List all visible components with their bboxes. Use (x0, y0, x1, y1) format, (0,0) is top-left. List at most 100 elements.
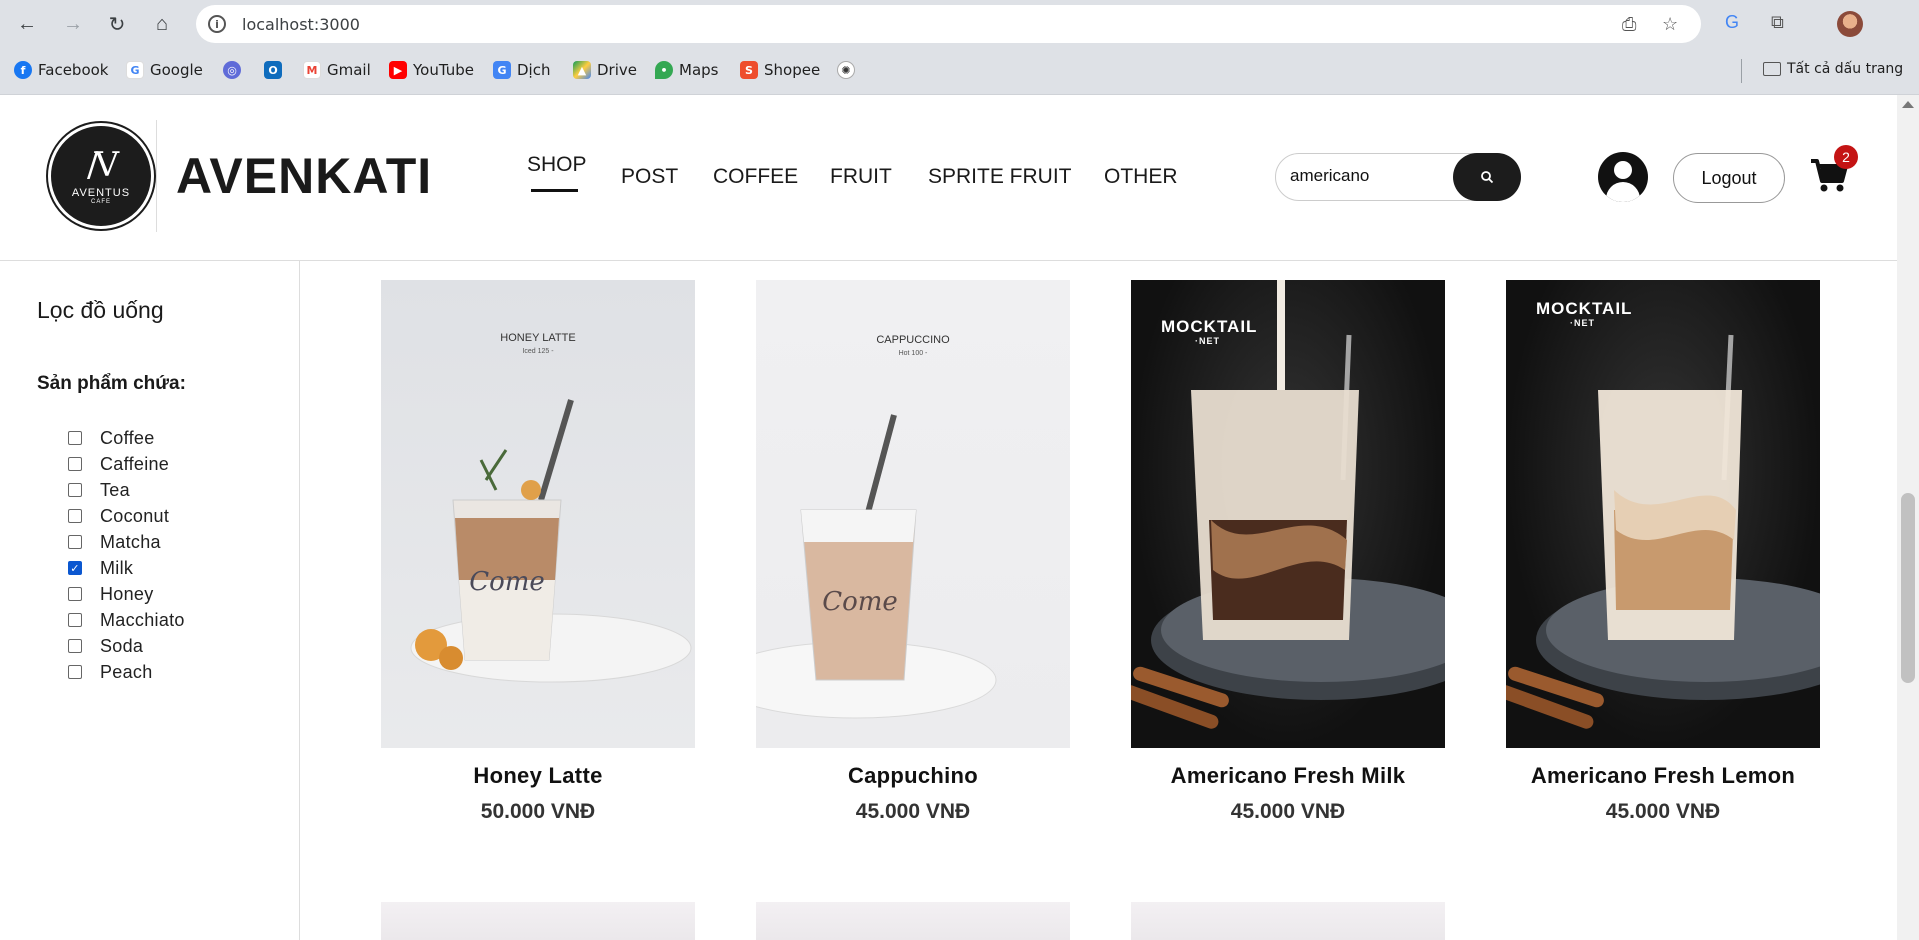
checkbox[interactable] (68, 457, 82, 471)
bookmark-shopee[interactable]: S Shopee (740, 61, 820, 79)
page: /V AVENTUS CAFE AVENKATI SHOP POST COFFE… (0, 95, 1897, 940)
filter-list: Coffee Caffeine Tea Coconut Matcha ✓ Milk… (68, 425, 185, 685)
bookmark-label: Shopee (764, 61, 821, 79)
bookmark-star-icon[interactable]: ☆ (1662, 14, 1678, 35)
product-card-partial[interactable] (756, 902, 1070, 940)
checkbox[interactable] (68, 587, 82, 601)
bookmark-youtube[interactable]: ▶ YouTube (389, 61, 474, 79)
facebook-icon: f (14, 61, 32, 79)
bookmark-google[interactable]: G Google (126, 61, 203, 79)
filter-macchiato[interactable]: Macchiato (68, 607, 185, 633)
cart-count-badge: 2 (1834, 145, 1858, 169)
nav-coffee[interactable]: COFFEE (713, 165, 798, 189)
nav-shop[interactable]: SHOP (527, 153, 587, 177)
translate-extension-icon[interactable]: G (1725, 12, 1739, 33)
filter-matcha[interactable]: Matcha (68, 529, 185, 555)
filter-label: Matcha (100, 531, 161, 552)
filter-milk[interactable]: ✓ Milk (68, 555, 185, 581)
scroll-up-arrow-icon[interactable] (1902, 101, 1914, 108)
bookmark-label: Google (150, 61, 203, 79)
outlook-icon: O (264, 61, 282, 79)
checkbox[interactable] (68, 509, 82, 523)
install-app-icon[interactable]: ⎙ (1622, 14, 1636, 35)
bookmark-label: YouTube (413, 61, 474, 79)
extensions-puzzle-icon[interactable]: ⧉ (1771, 12, 1784, 33)
americano-lemon-illustration (1506, 334, 1820, 729)
product-image[interactable]: MOCKTAIL ·NET (1131, 280, 1445, 748)
product-image[interactable]: MOCKTAIL ·NET (1506, 280, 1820, 748)
checkbox[interactable] (68, 613, 82, 627)
filter-label: Coffee (100, 427, 155, 448)
bookmark-label: Maps (679, 61, 719, 79)
bookmark-label: Drive (597, 61, 637, 79)
scroll-thumb[interactable] (1901, 493, 1915, 683)
google-icon: G (126, 61, 144, 79)
checkbox[interactable] (68, 639, 82, 653)
filter-label: Caffeine (100, 453, 170, 474)
product-card-partial[interactable] (1131, 902, 1445, 940)
filter-soda[interactable]: Soda (68, 633, 185, 659)
address-bar[interactable]: i localhost:3000 ⎙ ☆ (196, 5, 1701, 43)
drive-icon: ▲ (573, 61, 591, 79)
filter-peach[interactable]: Peach (68, 659, 185, 685)
filter-tea[interactable]: Tea (68, 477, 185, 503)
bookmark-label: Facebook (38, 61, 109, 79)
home-icon[interactable]: ⌂ (149, 11, 175, 37)
filter-caffeine[interactable]: Caffeine (68, 451, 185, 477)
bookmark-gmail[interactable]: M Gmail (303, 61, 371, 79)
bookmark-globe[interactable]: ◎ (223, 61, 241, 79)
product-image[interactable]: CAPPUCCINO Hot 100 - Come (756, 280, 1070, 748)
all-bookmarks-folder[interactable]: Tất cả dấu trang (1763, 61, 1903, 77)
bookmark-translate[interactable]: G Dịch (493, 61, 550, 79)
shopee-icon: S (740, 61, 758, 79)
filter-label: Macchiato (100, 609, 185, 630)
checkbox-checked[interactable]: ✓ (68, 561, 82, 575)
filter-coconut[interactable]: Coconut (68, 503, 185, 529)
reload-icon[interactable]: ↻ (104, 11, 130, 37)
nav-post[interactable]: POST (621, 165, 678, 189)
logo-text: AVENTUS (71, 187, 131, 199)
bookmark-maps[interactable]: • Maps (655, 61, 718, 79)
svg-text:Come: Come (822, 587, 898, 617)
product-name[interactable]: Americano Fresh Lemon (1506, 763, 1820, 789)
checkbox[interactable] (68, 483, 82, 497)
filter-coffee[interactable]: Coffee (68, 425, 185, 451)
brand-name[interactable]: AVENKATI (176, 147, 432, 205)
nav-fruit[interactable]: FRUIT (830, 165, 892, 189)
translate-icon: G (493, 61, 511, 79)
product-name[interactable]: Cappuchino (756, 763, 1070, 789)
bookmark-outlook[interactable]: O (264, 61, 282, 79)
back-arrow-icon[interactable]: ← (14, 11, 40, 37)
openai-icon: ✺ (837, 61, 855, 79)
browser-toolbar: ← → ↻ ⌂ i localhost:3000 ⎙ ☆ G ⧉ (0, 0, 1919, 47)
filter-honey[interactable]: Honey (68, 581, 185, 607)
filter-sidebar: Lọc đồ uống Sản phẩm chứa: Coffee Caffei… (0, 261, 300, 940)
site-info-icon[interactable]: i (208, 15, 226, 33)
search-button[interactable] (1453, 153, 1521, 201)
page-scrollbar[interactable] (1897, 95, 1919, 940)
product-card-partial[interactable] (381, 902, 695, 940)
bookmark-facebook[interactable]: f Facebook (14, 61, 108, 79)
forward-arrow-icon[interactable]: → (60, 11, 86, 37)
user-account-icon[interactable] (1598, 152, 1648, 202)
product-name[interactable]: Americano Fresh Milk (1131, 763, 1445, 789)
product-image[interactable]: HONEY LATTE Iced 125 - Come (381, 280, 695, 748)
logo[interactable]: /V AVENTUS CAFE (48, 123, 154, 229)
product-name[interactable]: Honey Latte (381, 763, 695, 789)
checkbox[interactable] (68, 535, 82, 549)
maps-icon: • (655, 61, 673, 79)
logout-button[interactable]: Logout (1673, 153, 1785, 203)
search-input[interactable] (1290, 166, 1440, 186)
filter-label: Honey (100, 583, 154, 604)
bookmark-label: Gmail (327, 61, 371, 79)
nav-sprite-fruit[interactable]: SPRITE FRUIT (928, 165, 1072, 189)
checkbox[interactable] (68, 431, 82, 445)
nav-other[interactable]: OTHER (1104, 165, 1178, 189)
bookmark-openai[interactable]: ✺ (837, 61, 855, 79)
checkbox[interactable] (68, 665, 82, 679)
all-bookmarks-label: Tất cả dấu trang (1787, 61, 1904, 77)
logo-subtext: CAFE (90, 199, 111, 205)
bookmark-label: Dịch (517, 61, 551, 79)
profile-avatar[interactable] (1837, 11, 1863, 37)
bookmark-drive[interactable]: ▲ Drive (573, 61, 637, 79)
